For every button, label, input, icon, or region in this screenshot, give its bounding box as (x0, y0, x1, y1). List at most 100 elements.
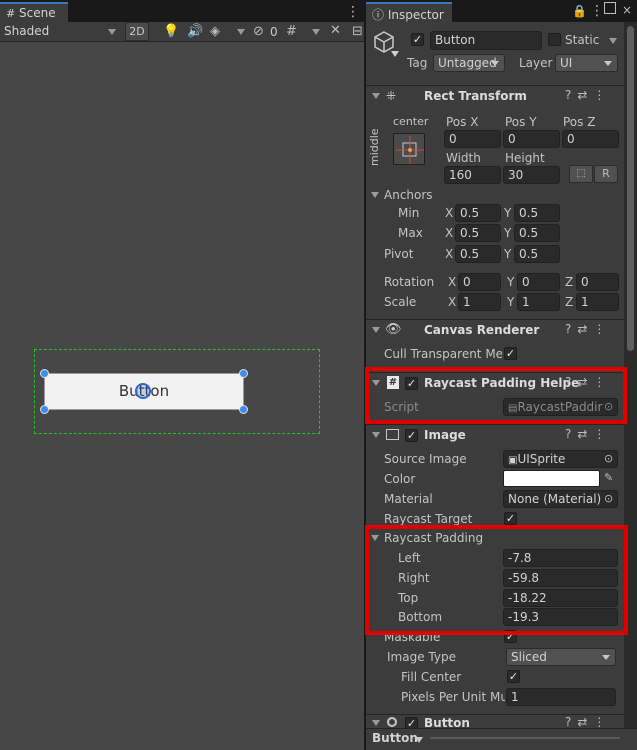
anchor-max-x-field[interactable]: 0.5 (455, 224, 501, 242)
image-component-header[interactable]: ✓ Image ?⇄⋮ (366, 424, 624, 446)
cull-transparent-checkbox[interactable]: ✓ (504, 347, 517, 360)
hidden-count: 0 (270, 25, 278, 39)
component-header-icons[interactable]: ?⇄⋮ (565, 715, 611, 728)
effects-dropdown-arrow-icon[interactable] (237, 29, 245, 35)
pos-y-field[interactable]: 0 (503, 130, 560, 148)
width-label: Width (446, 151, 481, 165)
min-x-axis-label: X (445, 206, 454, 220)
material-label: Material (384, 492, 433, 506)
audio-icon[interactable]: 🔊 (187, 25, 203, 39)
pivot-gizmo-icon[interactable] (135, 383, 151, 399)
component-header-icons[interactable]: ?⇄⋮ (565, 427, 611, 441)
tab-inspector[interactable]: ⓘ Inspector (366, 2, 452, 24)
material-picker-icon[interactable]: ⊙ (604, 492, 613, 505)
raw-edit-button[interactable]: R (594, 165, 618, 183)
highlight-raycast-helper (365, 367, 627, 424)
rotation-y-field[interactable]: 0 (517, 273, 560, 291)
height-field[interactable]: 30 (503, 166, 560, 184)
lighting-icon[interactable]: 💡 (163, 25, 179, 39)
component-header-icons[interactable]: ?⇄⋮ (565, 88, 611, 102)
material-field[interactable]: None (Material) (503, 490, 618, 508)
eyedropper-icon[interactable]: ✎ (604, 471, 613, 484)
rect-transform-icon: ⁜ (386, 89, 397, 103)
pivot-y-field[interactable]: 0.5 (514, 245, 560, 263)
lock-icon[interactable]: 🔒 (572, 4, 587, 18)
canvas-renderer-header[interactable]: 👁 Canvas Renderer ?⇄⋮ (366, 319, 624, 341)
pivot-label: Pivot (384, 247, 414, 261)
rot-z-axis-label: Z (565, 275, 574, 289)
preview-object-dropdown[interactable]: Button (372, 731, 418, 745)
raycast-target-label: Raycast Target (384, 512, 473, 526)
rotation-x-field[interactable]: 0 (458, 273, 501, 291)
static-dropdown-arrow-icon[interactable] (609, 38, 617, 44)
rotation-z-field[interactable]: 0 (576, 273, 619, 291)
anchor-min-y-field[interactable]: 0.5 (514, 204, 560, 222)
rot-y-axis-label: Y (507, 275, 515, 289)
grid-dropdown-arrow-icon[interactable] (312, 29, 320, 35)
preview-dropdown-arrow-icon[interactable] (415, 737, 423, 743)
anchor-max-y-field[interactable]: 0.5 (514, 224, 560, 242)
preview-drag-handle[interactable] (430, 737, 620, 739)
tools-icon[interactable]: ✕ (330, 24, 341, 38)
rect-handle-top-right[interactable] (239, 369, 248, 378)
pixels-per-unit-label: Pixels Per Unit Mul (401, 690, 505, 704)
scene-visibility-icon[interactable]: ⊘ (253, 25, 264, 39)
anchor-min-x-field[interactable]: 0.5 (455, 204, 501, 222)
gameobject-active-checkbox[interactable]: ✓ (411, 33, 424, 46)
pivot-x-field[interactable]: 0.5 (455, 245, 501, 263)
component-header-icons[interactable]: ?⇄⋮ (565, 322, 611, 336)
icon-selector-arrow-icon[interactable] (391, 51, 399, 57)
toggle-2d-button[interactable]: 2D (125, 22, 149, 41)
scene-menu-icon[interactable]: ⋮ (346, 4, 360, 20)
width-field[interactable]: 160 (444, 166, 501, 184)
inspector-menu-icon[interactable]: ⋮ (590, 3, 604, 19)
more-tools-icon[interactable]: ⊟ (352, 25, 363, 39)
pos-y-label: Pos Y (505, 115, 537, 129)
scale-y-axis-label: Y (507, 295, 515, 309)
scrollbar-thumb[interactable] (627, 26, 634, 351)
static-checkbox[interactable] (548, 33, 561, 46)
layer-label: Layer (519, 56, 553, 70)
raycast-target-checkbox[interactable]: ✓ (504, 512, 517, 525)
button-enabled-checkbox[interactable]: ✓ (405, 717, 418, 728)
image-enabled-checkbox[interactable]: ✓ (405, 429, 418, 442)
shading-mode-dropdown[interactable]: Shaded (4, 24, 49, 38)
color-swatch[interactable] (503, 470, 600, 487)
tab-scene[interactable]: # Scene (0, 2, 68, 24)
scale-y-field[interactable]: 1 (517, 293, 560, 311)
highlight-raycast-padding (365, 525, 628, 635)
anchors-label: Anchors (384, 188, 433, 202)
button-component-header[interactable]: ✓ Button ?⇄⋮ (366, 714, 624, 728)
close-icon[interactable]: × (622, 4, 632, 16)
scene-toolbar (0, 22, 364, 42)
rect-handle-top-left[interactable] (40, 369, 49, 378)
scale-x-field[interactable]: 1 (458, 293, 501, 311)
button-component-icon (387, 717, 397, 727)
pos-x-field[interactable]: 0 (444, 130, 501, 148)
grid-snap-icon[interactable]: # (286, 25, 297, 39)
pixels-per-unit-field[interactable]: 1 (506, 688, 616, 706)
rect-handle-bottom-right[interactable] (239, 405, 248, 414)
object-name-field[interactable]: Button (430, 31, 542, 50)
maximize-icon[interactable] (604, 2, 616, 14)
anchor-presets-button[interactable] (393, 133, 425, 165)
eye-icon: 👁 (385, 322, 402, 337)
scale-label: Scale (384, 295, 417, 309)
pos-z-field[interactable]: 0 (562, 130, 619, 148)
max-x-axis-label: X (445, 226, 454, 240)
color-label: Color (384, 472, 416, 486)
source-image-field[interactable]: ▣UISprite (503, 450, 618, 468)
tag-label: Tag (407, 56, 428, 70)
scale-z-field[interactable]: 1 (576, 293, 619, 311)
source-image-picker-icon[interactable]: ⊙ (604, 452, 613, 465)
rect-handle-bottom-left[interactable] (40, 405, 49, 414)
blueprint-mode-button[interactable]: ⬚ (569, 165, 593, 183)
tag-dropdown[interactable]: Untagged (433, 54, 505, 72)
layer-dropdown[interactable]: UI (555, 54, 618, 72)
image-type-dropdown[interactable]: Sliced (506, 648, 616, 666)
fill-center-checkbox[interactable]: ✓ (507, 670, 520, 683)
scale-z-axis-label: Z (565, 295, 574, 309)
anchors-foldout-icon[interactable] (371, 192, 379, 198)
effects-icon[interactable]: ◈ (210, 25, 220, 39)
rect-transform-header[interactable]: ⁜ Rect Transform ?⇄⋮ (366, 85, 624, 107)
